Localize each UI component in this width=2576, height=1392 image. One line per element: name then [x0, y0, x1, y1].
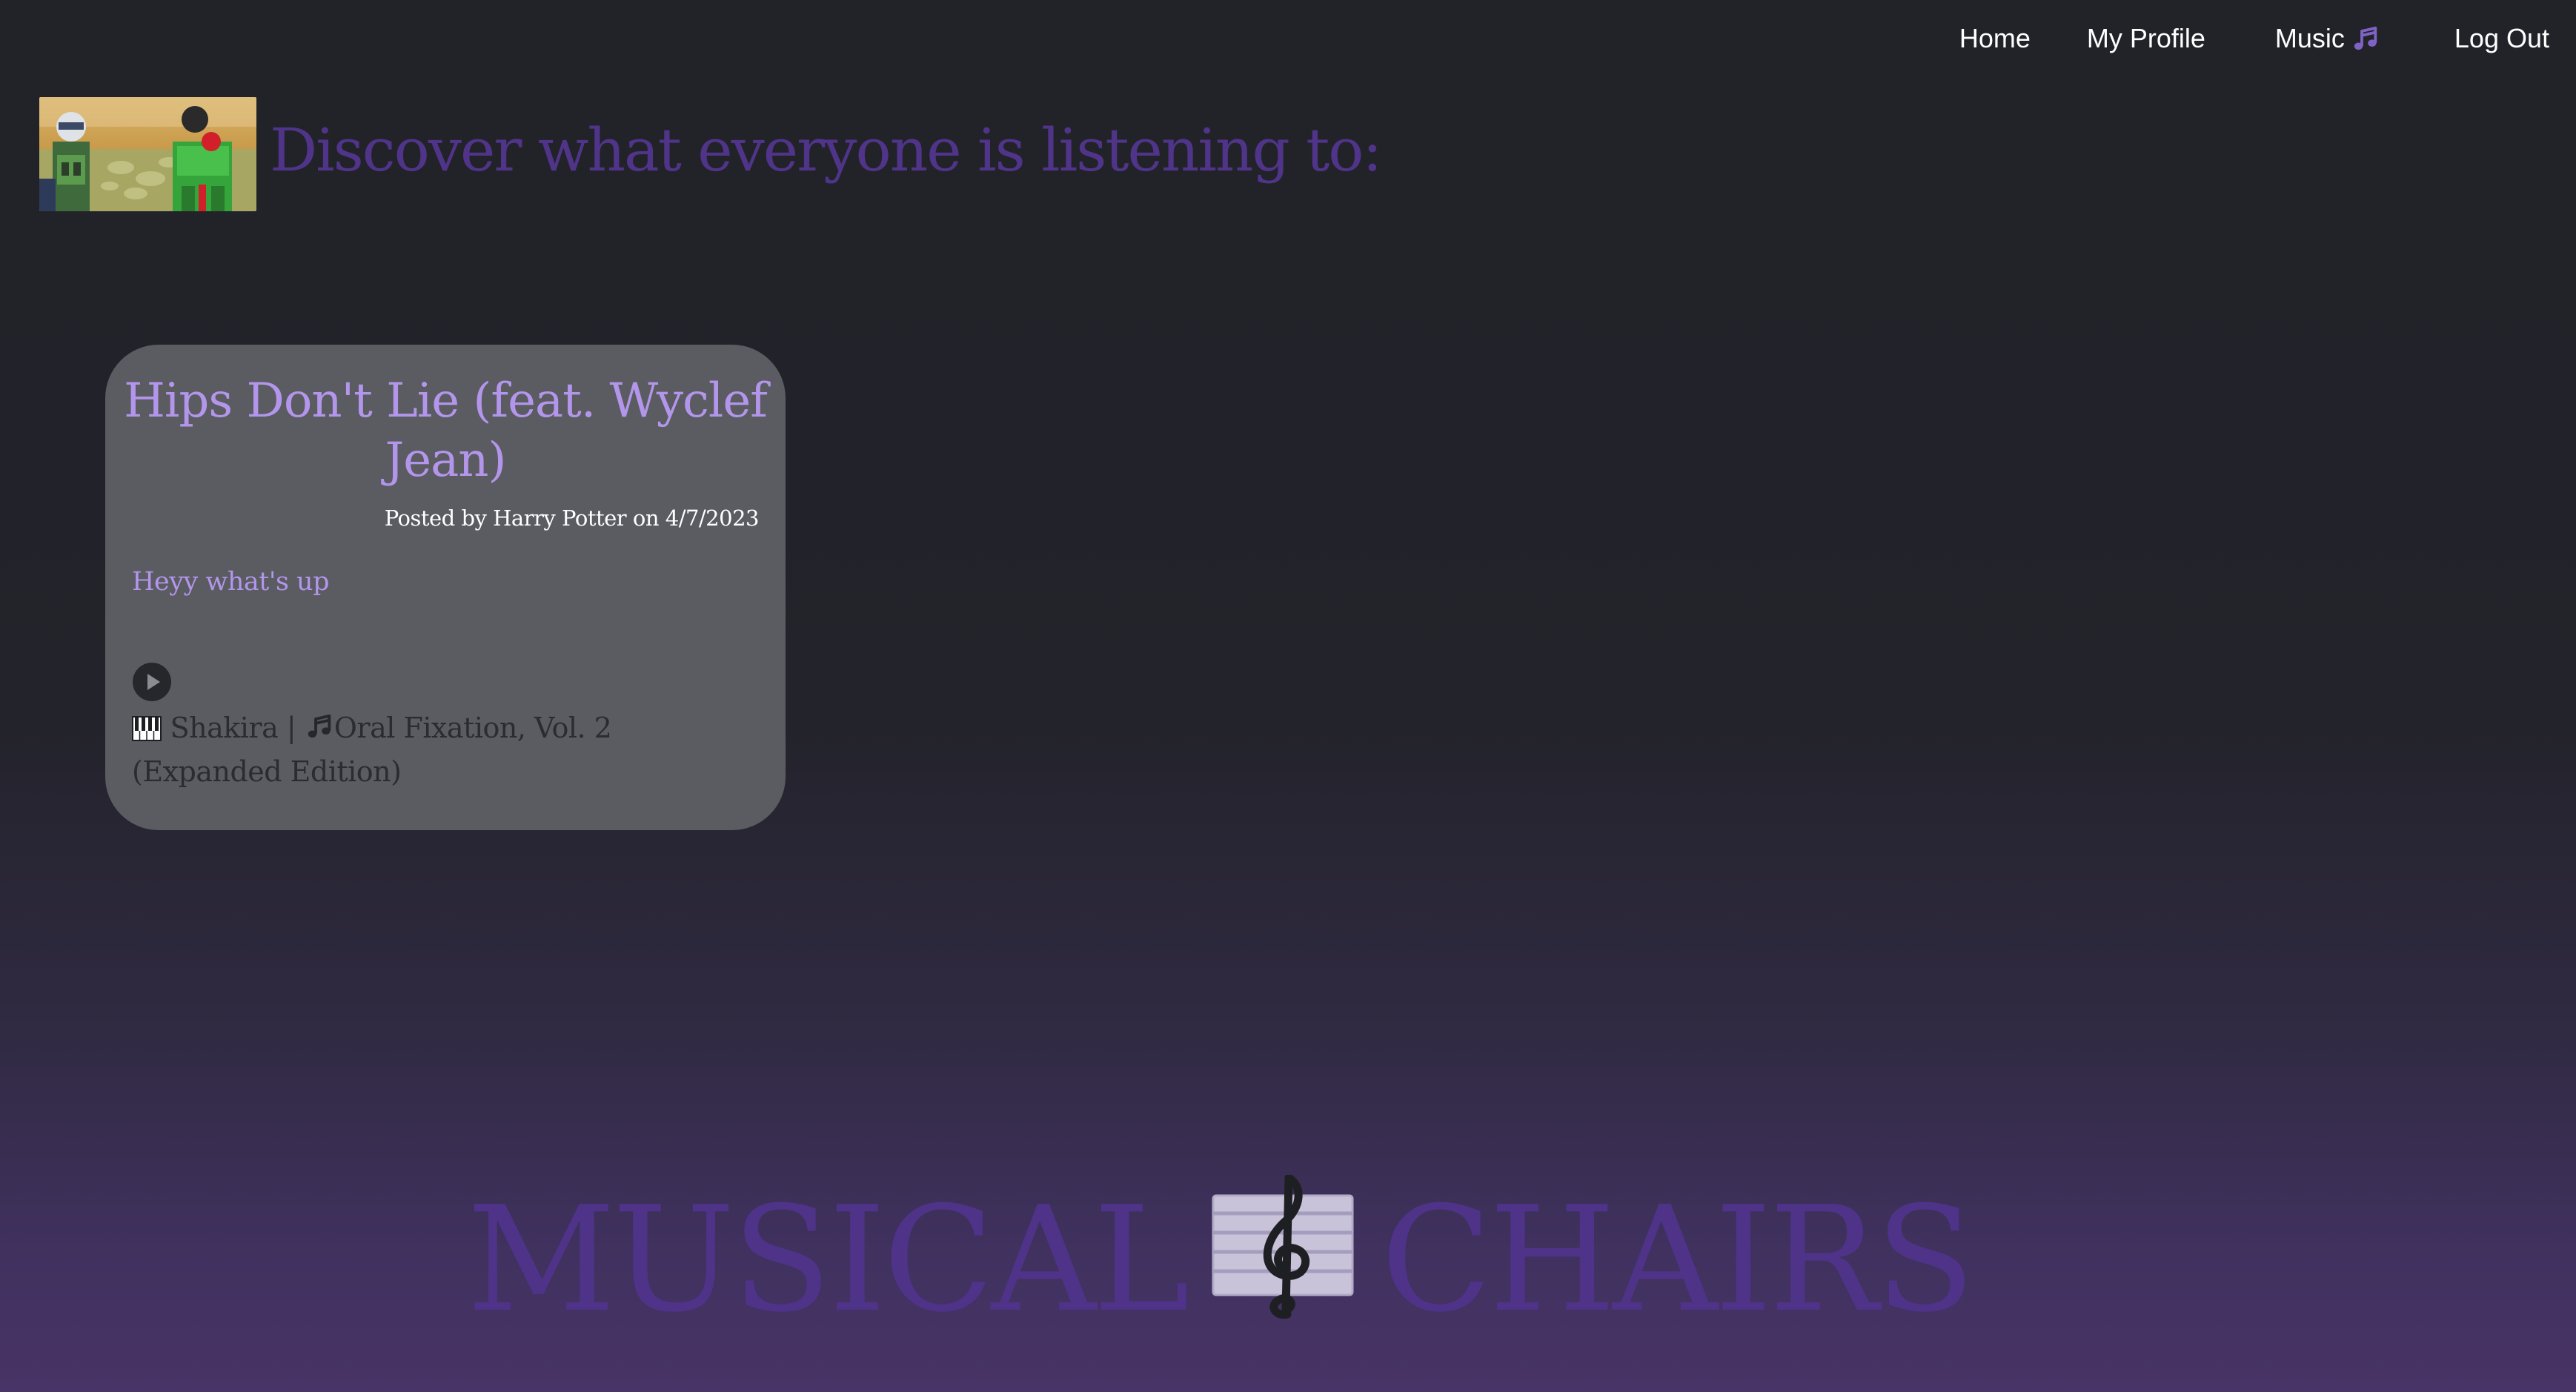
top-nav: Home My Profile Music Log Out: [1959, 18, 2549, 59]
page-title: Discover what everyone is listening to:: [270, 116, 1382, 185]
brand-logo: MUSICAL CHAIRS: [467, 1173, 1975, 1345]
profile-avatar: [39, 97, 256, 211]
post-body-text: Heyy what's up: [132, 567, 330, 597]
nav-music-link[interactable]: Music: [2275, 23, 2380, 54]
nav-music-label: Music: [2274, 23, 2345, 53]
play-icon: [132, 663, 172, 705]
piano-keys-icon: [132, 712, 162, 752]
music-note-icon: [2351, 24, 2380, 53]
artist-name: Shakira: [170, 712, 279, 744]
track-info: Shakira | Oral Fixation, Vol. 2 (Expande…: [132, 708, 759, 792]
brand-text-right: CHAIRS: [1381, 1176, 1975, 1345]
music-note-icon: [305, 712, 334, 752]
song-title: Hips Don't Lie (feat. Wyclef Jean): [124, 374, 768, 488]
nav-my-profile-link[interactable]: My Profile: [2087, 23, 2205, 54]
track-separator: |: [286, 712, 296, 744]
brand-text-left: MUSICAL: [467, 1176, 1189, 1345]
sheet-music-treble-clef-icon: [1209, 1173, 1357, 1346]
post-card: Hips Don't Lie (feat. Wyclef Jean) Poste…: [105, 345, 786, 830]
post-meta: Posted by Harry Potter on 4/7/2023: [384, 506, 760, 531]
play-button[interactable]: [132, 662, 172, 702]
nav-home-link[interactable]: Home: [1959, 23, 2031, 54]
nav-logout-link[interactable]: Log Out: [2454, 23, 2549, 54]
